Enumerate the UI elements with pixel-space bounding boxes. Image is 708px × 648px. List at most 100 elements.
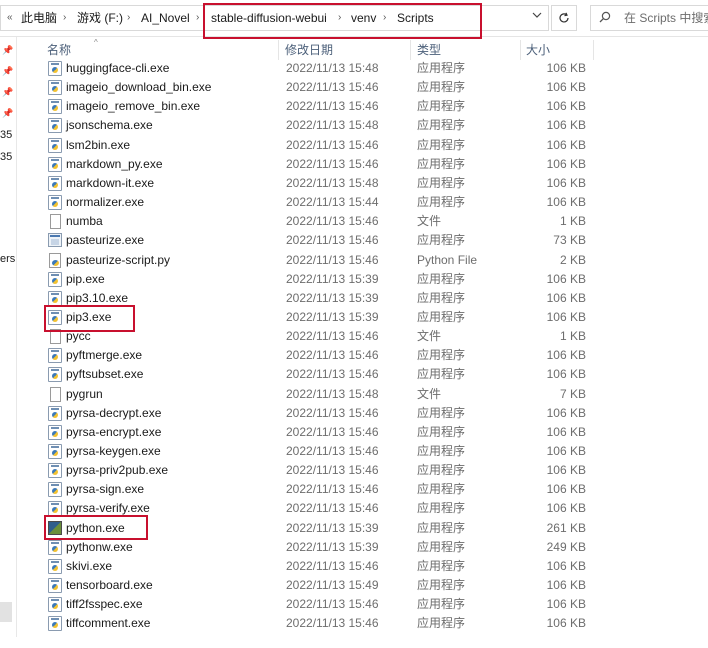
column-header-date[interactable]: 修改日期 xyxy=(285,40,333,60)
column-header-name[interactable]: 名称 xyxy=(47,40,71,60)
file-row[interactable]: skivi.exe 2022/11/13 15:46 应用程序 106 KB xyxy=(44,557,604,576)
file-row[interactable]: pasteurize.exe 2022/11/13 15:46 应用程序 73 KB xyxy=(44,231,604,250)
file-name: pip.exe xyxy=(66,271,105,286)
breadcrumb-separator-icon[interactable]: › xyxy=(383,6,386,30)
column-header-size[interactable]: 大小 xyxy=(526,40,550,60)
file-size: 106 KB xyxy=(546,444,586,458)
file-size: 7 KB xyxy=(559,386,586,401)
file-row[interactable]: pygrun 2022/11/13 15:48 文件 7 KB xyxy=(44,385,604,404)
file-date: 2022/11/13 15:46 xyxy=(286,558,379,573)
file-type: 应用程序 xyxy=(417,558,466,573)
exe-icon xyxy=(48,482,62,498)
breadcrumb-this-pc[interactable]: 此电脑 xyxy=(21,6,57,30)
file-type: Python File xyxy=(417,252,478,267)
file-date: 2022/11/13 15:46 xyxy=(286,348,379,363)
file-row[interactable]: lsm2bin.exe 2022/11/13 15:46 应用程序 106 KB xyxy=(44,136,604,155)
file-row[interactable]: pycc 2022/11/13 15:46 文件 1 KB xyxy=(44,327,604,346)
file-name: pyrsa-keygen.exe xyxy=(66,444,161,458)
chevron-down-icon[interactable] xyxy=(525,6,549,30)
nav-scrollbar-thumb[interactable] xyxy=(0,602,12,622)
breadcrumb-separator-icon[interactable]: › xyxy=(196,6,199,30)
breadcrumb-separator-icon[interactable]: › xyxy=(127,6,130,30)
file-row[interactable]: imageio_download_bin.exe 2022/11/13 15:46… xyxy=(44,78,604,97)
file-date: 2022/11/13 15:39 xyxy=(286,539,379,554)
file-size: 2 KB xyxy=(559,252,586,267)
file-row[interactable]: pyrsa-keygen.exe 2022/11/13 15:46 应用程序 106 … xyxy=(44,442,604,461)
search-input[interactable]: 在 Scripts 中搜索 xyxy=(590,5,708,31)
file-row[interactable]: pyftsubset.exe 2022/11/13 15:46 应用程序 106 KB xyxy=(44,365,604,384)
file-size: 106 KB xyxy=(546,99,586,114)
exe-icon xyxy=(48,444,62,459)
file-name: markdown-it.exe xyxy=(66,175,155,190)
breadcrumb-separator-icon[interactable]: › xyxy=(338,6,341,30)
file-date: 2022/11/13 15:46 xyxy=(286,367,379,382)
file-row[interactable]: pyrsa-verify.exe 2022/11/13 15:46 应用程序 106 … xyxy=(44,499,604,518)
file-size: 1 KB xyxy=(559,214,586,229)
file-row[interactable]: pyrsa-sign.exe 2022/11/13 15:46 应用程序 106 KB xyxy=(44,480,604,499)
column-divider[interactable] xyxy=(278,40,279,60)
file-name: tensorboard.exe xyxy=(66,578,153,593)
breadcrumb-ai-novel[interactable]: AI_Novel xyxy=(141,6,190,30)
breadcrumb-venv[interactable]: venv xyxy=(351,6,376,30)
file-date: 2022/11/13 15:46 xyxy=(286,463,379,478)
file-row[interactable]: tensorboard.exe 2022/11/13 15:49 应用程序 106 K… xyxy=(44,576,604,595)
file-row[interactable]: numba 2022/11/13 15:46 文件 1 KB xyxy=(44,212,604,231)
breadcrumb-stable-diffusion-webui[interactable]: stable-diffusion-webui xyxy=(211,6,327,30)
file-date: 2022/11/13 15:46 xyxy=(286,444,379,458)
breadcrumb-drive-f[interactable]: 游戏 (F:) xyxy=(77,6,123,30)
file-name: markdown_py.exe xyxy=(66,156,163,171)
file-row[interactable]: pyrsa-decrypt.exe 2022/11/13 15:46 应用程序 106… xyxy=(44,404,604,423)
breadcrumb-separator-icon[interactable]: › xyxy=(63,6,66,30)
file-row[interactable]: jsonschema.exe 2022/11/13 15:48 应用程序 106 KB xyxy=(44,116,604,135)
file-row[interactable]: pythonw.exe 2022/11/13 15:39 应用程序 249 KB xyxy=(44,538,604,557)
file-row[interactable]: pyrsa-encrypt.exe 2022/11/13 15:46 应用程序 106… xyxy=(44,423,604,442)
file-type: 文件 xyxy=(417,329,442,344)
file-name: pip3.10.exe xyxy=(66,290,129,305)
column-header-type[interactable]: 类型 xyxy=(417,40,441,60)
file-size: 106 KB xyxy=(546,424,586,439)
breadcrumb-overflow-icon[interactable]: « xyxy=(7,6,13,30)
file-row[interactable]: pasteurize-script.py 2022/11/13 15:46 Pyth… xyxy=(44,251,604,270)
column-divider[interactable] xyxy=(520,40,521,60)
file-row[interactable]: pip.exe 2022/11/13 15:39 应用程序 106 KB xyxy=(44,270,604,289)
file-row[interactable]: pip3.10.exe 2022/11/13 15:39 应用程序 106 KB xyxy=(44,289,604,308)
file-row[interactable]: tiff2fsspec.exe 2022/11/13 15:46 应用程序 106 K… xyxy=(44,595,604,614)
file-date: 2022/11/13 15:46 xyxy=(286,137,379,152)
file-icon xyxy=(48,386,62,402)
file-date: 2022/11/13 15:46 xyxy=(286,80,379,95)
file-size: 106 KB xyxy=(546,118,586,133)
file-row[interactable]: imageio_remove_bin.exe 2022/11/13 15:46 应用… xyxy=(44,97,604,116)
file-row[interactable]: markdown_py.exe 2022/11/13 15:46 应用程序 106 K… xyxy=(44,155,604,174)
file-type: 应用程序 xyxy=(417,539,466,554)
file-date: 2022/11/13 15:46 xyxy=(286,597,379,612)
file-row[interactable]: normalizer.exe 2022/11/13 15:44 应用程序 106 KB xyxy=(44,193,604,212)
exe-icon xyxy=(48,558,62,574)
breadcrumb-scripts[interactable]: Scripts xyxy=(397,6,434,30)
exe-icon xyxy=(48,578,62,594)
exe-icon xyxy=(48,137,62,153)
file-name: pasteurize-script.py xyxy=(66,252,171,267)
file-row[interactable]: tiffcomment.exe 2022/11/13 15:46 应用程序 106 K… xyxy=(44,614,604,633)
navigation-pane: 📌 📌 📌 📌 35 35 ers ▼ xyxy=(0,37,16,648)
nav-item-fragment[interactable]: 35 xyxy=(0,129,12,141)
column-divider[interactable] xyxy=(593,40,594,60)
refresh-button[interactable] xyxy=(551,5,577,31)
file-name: pycc xyxy=(66,329,91,344)
file-row[interactable]: pyftmerge.exe 2022/11/13 15:46 应用程序 106 KB xyxy=(44,346,604,365)
address-bar[interactable]: « 此电脑 › 游戏 (F:) › AI_Novel › stable-diff… xyxy=(0,5,549,31)
nav-item-fragment[interactable]: ers xyxy=(0,253,15,265)
file-type: 文件 xyxy=(417,214,442,229)
exe-icon xyxy=(48,367,62,383)
file-type: 应用程序 xyxy=(417,271,466,286)
column-divider[interactable] xyxy=(410,40,411,60)
python-exe-icon xyxy=(48,520,62,536)
file-type: 应用程序 xyxy=(417,424,466,439)
nav-item-fragment[interactable]: 35 xyxy=(0,151,12,163)
file-row[interactable]: huggingface-cli.exe 2022/11/13 15:48 应用程序 1… xyxy=(44,59,604,78)
file-type: 应用程序 xyxy=(417,367,466,382)
file-row[interactable]: pip3.exe 2022/11/13 15:39 应用程序 106 KB xyxy=(44,308,604,327)
file-row[interactable]: pyrsa-priv2pub.exe 2022/11/13 15:46 应用程序 10… xyxy=(44,461,604,480)
file-row[interactable]: markdown-it.exe 2022/11/13 15:48 应用程序 106 K… xyxy=(44,174,604,193)
file-row[interactable]: python.exe 2022/11/13 15:39 应用程序 261 KB xyxy=(44,519,604,538)
file-type: 应用程序 xyxy=(417,309,466,324)
